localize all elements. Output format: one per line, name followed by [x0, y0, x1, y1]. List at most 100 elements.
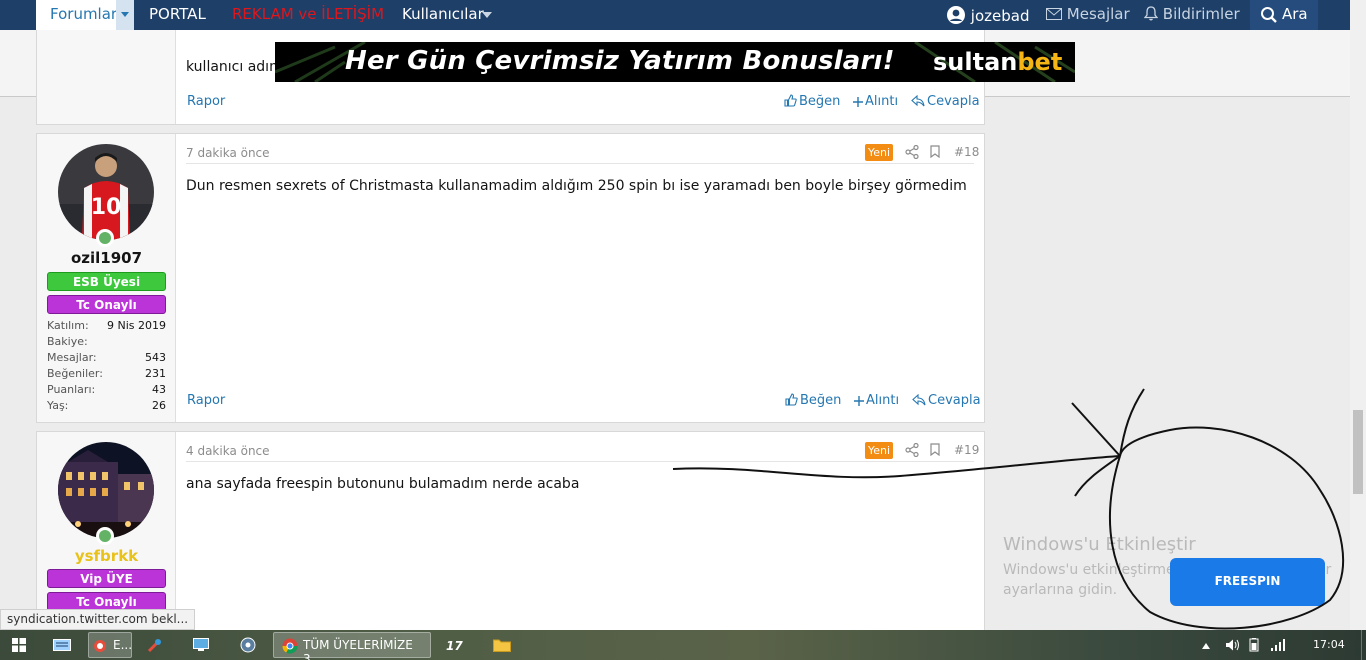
stat-label: Katılım: — [47, 319, 89, 332]
monitor-icon[interactable] — [193, 638, 209, 652]
prev-reply-button[interactable]: Cevapla — [911, 94, 980, 109]
stat-label: Puanları: — [47, 383, 96, 396]
nav-user-menu[interactable]: jozebad — [946, 5, 1029, 25]
user-icon — [947, 6, 965, 24]
user-stat-age: Yaş: 26 — [47, 399, 166, 412]
post-18-quote-label: Alıntı — [866, 393, 900, 408]
taskbar-chrome-label: TÜM ÜYELERİMİZE 3... — [303, 638, 413, 660]
nav-portal[interactable]: PORTAL — [149, 5, 206, 23]
volume-icon[interactable] — [1226, 639, 1240, 651]
banner-brand-a: sultan — [933, 48, 1018, 76]
taskbar-app-1-label: E... — [113, 638, 133, 652]
avatar[interactable]: 10 — [58, 144, 154, 240]
windows-start-icon[interactable] — [12, 638, 26, 652]
windows-taskbar: E... TÜM ÜYELERİMİZE 3... 17 17:04 — [0, 630, 1366, 660]
bookmark-icon[interactable] — [930, 443, 940, 456]
reply-icon — [912, 393, 926, 406]
keyboard-icon[interactable] — [53, 639, 71, 651]
stat-label: Mesajlar: — [47, 351, 97, 364]
wifi-signal-icon[interactable] — [1271, 639, 1287, 651]
thumbs-up-icon — [784, 94, 797, 107]
share-icon[interactable] — [905, 145, 919, 159]
taskbar-chrome-window[interactable]: TÜM ÜYELERİMİZE 3... — [273, 632, 431, 660]
scrollbar-thumb[interactable] — [1353, 410, 1363, 494]
post-meta-divider — [186, 461, 974, 462]
chrome-icon — [282, 638, 298, 654]
watermark-title: Windows'u Etkinleştir — [1003, 534, 1196, 555]
nav-reklam[interactable]: REKLAM ve İLETİŞİM — [232, 5, 384, 23]
user-badge-vip: Vip ÜYE — [47, 569, 166, 588]
user-badge-esb: ESB Üyesi — [47, 272, 166, 291]
svg-text:10: 10 — [91, 195, 122, 220]
user-stat-messages: Mesajlar: 543 — [47, 351, 166, 364]
page-scrollbar[interactable] — [1350, 0, 1366, 630]
post-18-body: Dun resmen sexrets of Christmasta kullan… — [186, 178, 967, 194]
nav-search-button[interactable]: Ara — [1250, 0, 1318, 30]
nav-tab-forumlar[interactable]: Forumlar — [36, 0, 134, 30]
prev-quote-button[interactable]: Alıntı — [853, 94, 898, 109]
freespin-button[interactable]: FREESPIN — [1170, 558, 1325, 606]
banner-brand-b: bet — [1017, 48, 1063, 76]
post-18-like-button[interactable]: Beğen — [785, 393, 841, 408]
disc-icon[interactable] — [240, 637, 256, 653]
nav-bildirimler[interactable]: Bildirimler — [1143, 5, 1240, 23]
stat-value: 543 — [145, 351, 166, 364]
prev-like-button[interactable]: Beğen — [784, 94, 840, 109]
avatar-image: 10 — [58, 144, 154, 240]
taskbar-clock[interactable]: 17:04 — [1313, 638, 1345, 651]
stat-value: 43 — [152, 383, 166, 396]
post-19-user-column: ysfbrkk Vip ÜYE Tc Onaylı — [37, 432, 176, 630]
post-18: 10 ozil1907 ESB Üyesi Tc Onaylı Katılım:… — [36, 133, 985, 423]
user-stat-likes: Beğeniler: 231 — [47, 367, 166, 380]
new-badge: Yeni — [865, 442, 893, 459]
nav-bildirimler-label: Bildirimler — [1162, 5, 1240, 23]
top-navbar: Forumlar PORTAL REKLAM ve İLETİŞİM Kulla… — [0, 0, 1350, 30]
nav-username: jozebad — [970, 7, 1030, 25]
browser-status-url: syndication.twitter.com bekl... — [0, 609, 196, 630]
avatar[interactable] — [58, 442, 154, 538]
post-18-reply-button[interactable]: Cevapla — [912, 393, 981, 408]
prev-report-link[interactable]: Rapor — [187, 94, 225, 109]
stat-value: 9 Nis 2019 — [106, 319, 166, 332]
nav-kullanicilar[interactable]: Kullanıcılar — [402, 5, 484, 23]
online-status-icon — [96, 527, 114, 545]
nav-tab-forumlar-label: Forumlar — [50, 5, 118, 23]
post-18-report-link[interactable]: Rapor — [187, 393, 225, 408]
online-status-icon — [96, 229, 114, 247]
reply-icon — [911, 94, 925, 107]
nav-mesajlar[interactable]: Mesajlar — [1046, 5, 1130, 23]
tray-up-arrow-icon[interactable] — [1202, 643, 1210, 649]
chevron-down-icon[interactable] — [116, 0, 134, 30]
previous-post-text: kullanıcı adım — [186, 59, 283, 75]
post-18-user-column: 10 ozil1907 ESB Üyesi Tc Onaylı Katılım:… — [37, 134, 176, 422]
avatar-image — [58, 442, 154, 538]
stat-label: Beğeniler: — [47, 367, 103, 380]
post-19-username[interactable]: ysfbrkk — [37, 547, 176, 565]
chevron-down-icon[interactable] — [482, 12, 492, 18]
nav-search-label: Ara — [1282, 5, 1308, 23]
folder-icon[interactable] — [493, 638, 511, 652]
post-18-time[interactable]: 7 dakika önce — [186, 146, 270, 160]
search-icon — [1261, 7, 1277, 23]
sultanbet-ad-banner[interactable]: Her Gün Çevrimsiz Yatırım Bonusları! sul… — [275, 42, 1075, 82]
svg-text:17: 17 — [446, 639, 463, 652]
post-18-number[interactable]: #18 — [954, 145, 979, 159]
share-icon[interactable] — [905, 443, 919, 457]
banner-headline: Her Gün Çevrimsiz Yatırım Bonusları! — [345, 46, 895, 76]
prev-like-label: Beğen — [799, 94, 841, 109]
post-18-username[interactable]: ozil1907 — [37, 249, 176, 267]
game-17-icon[interactable]: 17 — [446, 638, 466, 652]
plus-icon — [853, 97, 863, 107]
battery-icon[interactable] — [1247, 638, 1263, 652]
bookmark-icon[interactable] — [930, 145, 940, 158]
post-19-time[interactable]: 4 dakika önce — [186, 444, 270, 458]
post-19-number[interactable]: #19 — [954, 443, 979, 457]
thumbs-up-icon — [785, 393, 798, 406]
nav-mesajlar-label: Mesajlar — [1066, 5, 1130, 23]
taskbar-app-1[interactable]: E... — [88, 632, 132, 658]
post-18-quote-button[interactable]: Alıntı — [854, 393, 899, 408]
app-icon — [94, 640, 106, 652]
post-19-body: ana sayfada freespin butonunu bulamadım … — [186, 476, 580, 492]
tools-icon[interactable] — [147, 637, 163, 653]
show-desktop-button[interactable] — [1361, 630, 1366, 660]
